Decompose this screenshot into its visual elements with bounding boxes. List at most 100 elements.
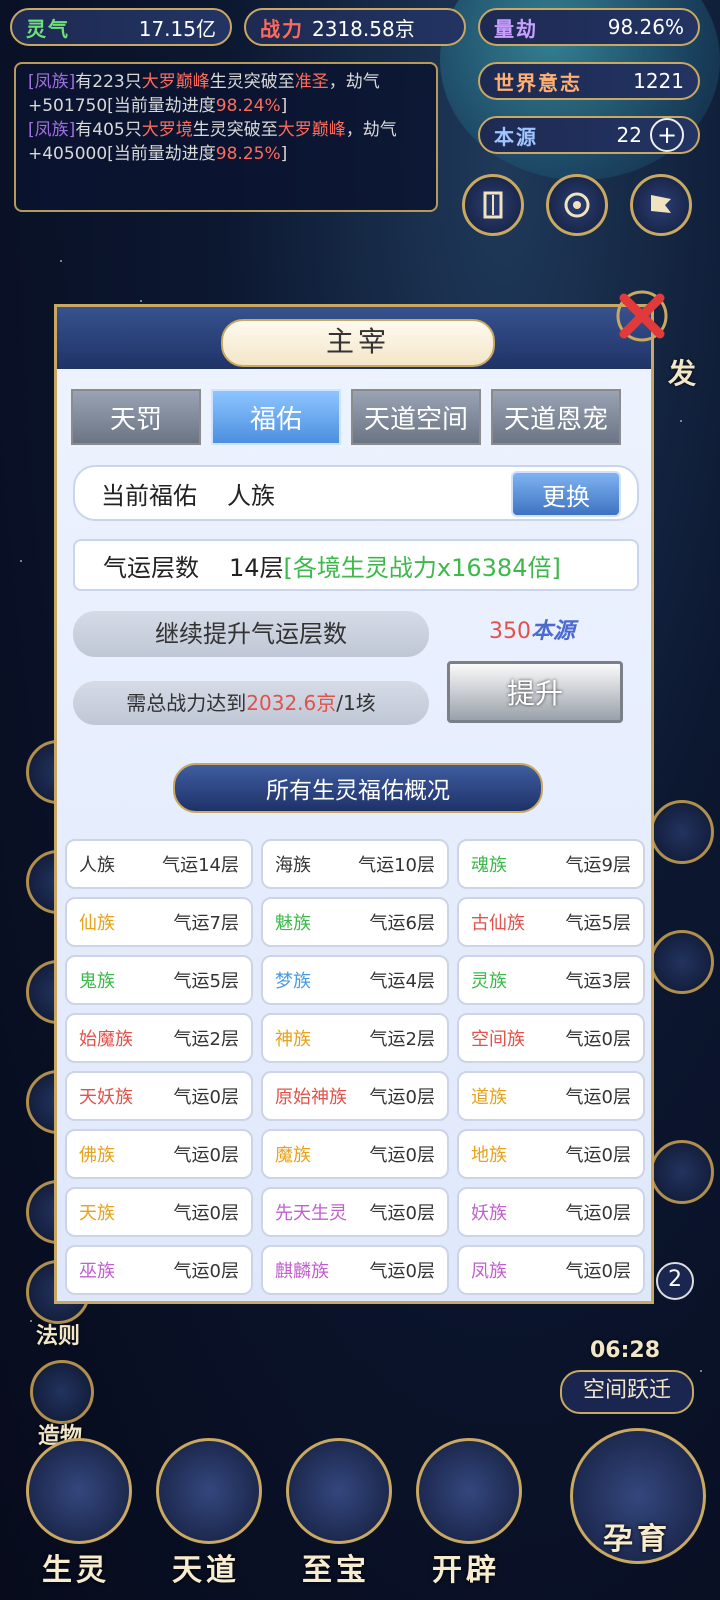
- race-cell: 魔族 气运0层: [261, 1129, 449, 1179]
- race-cell: 海族 气运10层: [261, 839, 449, 889]
- race-name: 巫族: [79, 1261, 115, 1282]
- race-cell: 神族 气运2层: [261, 1013, 449, 1063]
- tab-tian-dao-kong-jian[interactable]: 天道空间: [351, 389, 481, 445]
- zao-wu-icon[interactable]: [30, 1360, 94, 1424]
- log-target: 准圣: [294, 72, 329, 92]
- race-name: 魂族: [471, 855, 507, 876]
- luck-level-bonus: [各境生灵战力x16384倍]: [283, 553, 561, 582]
- race-cell: 鬼族 气运5层: [65, 955, 253, 1005]
- log-entry: [凤族]有405只大罗境生灵突破至大罗巅峰，劫气+405000[当前量劫进度98…: [28, 118, 424, 166]
- log-entry: [凤族]有223只大罗巅峰生灵突破至准圣，劫气+501750[当前量劫进度98.…: [28, 70, 424, 118]
- nav-label: 生灵: [42, 1553, 110, 1588]
- benyuan-stat: 本源 22 +: [478, 116, 700, 154]
- tab-bar: 天罚 福佑 天道空间 天道恩宠: [71, 389, 651, 449]
- log-text: 有223只: [75, 72, 142, 92]
- book-button[interactable]: [462, 174, 524, 236]
- race-cell: 人族 气运14层: [65, 839, 253, 889]
- race-grid: 人族 气运14层 海族 气运10层 魂族 气运9层 仙族 气运7层 魅族 气运6层 古仙族 气运5层鬼…: [65, 839, 649, 1295]
- upgrade-cost: 350本源: [489, 613, 575, 645]
- race-luck: 气运0层: [173, 1087, 239, 1108]
- race-luck: 气运14层: [162, 855, 239, 876]
- nav-sheng-ling-icon: [26, 1438, 132, 1544]
- add-benyuan-button[interactable]: +: [650, 118, 684, 152]
- race-name: 天族: [79, 1203, 115, 1224]
- race-luck: 气运0层: [369, 1145, 435, 1166]
- log-text: 生灵突破至: [209, 72, 295, 92]
- upgrade-button[interactable]: 提升: [447, 661, 623, 723]
- tab-fu-you[interactable]: 福佑: [211, 389, 341, 445]
- race-name: 人族: [79, 855, 115, 876]
- race-luck: 气运2层: [369, 1029, 435, 1050]
- timer-label: 06:28: [590, 1338, 661, 1363]
- race-cell: 道族 气运0层: [457, 1071, 645, 1121]
- lingqi-value: 17.15亿: [138, 16, 216, 41]
- right-icon-1[interactable]: [650, 800, 714, 864]
- race-name: 道族: [471, 1087, 507, 1108]
- current-blessing-row: 当前福佑 人族 更换: [73, 465, 639, 521]
- fa-ze-label: 法则: [36, 1324, 81, 1349]
- requirement-prefix: 需总战力达到: [126, 691, 247, 715]
- nav-label: 至宝: [302, 1553, 370, 1588]
- event-log: [凤族]有223只大罗巅峰生灵突破至准圣，劫气+501750[当前量劫进度98.…: [14, 62, 438, 212]
- race-luck: 气运0层: [565, 1087, 631, 1108]
- race-cell: 巫族 气运0层: [65, 1245, 253, 1295]
- kong-jian-button[interactable]: 空间跃迁: [560, 1370, 694, 1414]
- aperture-button[interactable]: [546, 174, 608, 236]
- race-luck: 气运10层: [358, 855, 435, 876]
- requirement-value: 2032.6京: [246, 691, 337, 715]
- nav-tian-dao-icon: [156, 1438, 262, 1544]
- log-text: ]: [280, 144, 288, 164]
- nav-label: 开辟: [432, 1553, 500, 1588]
- modal-header: 主宰: [57, 307, 651, 369]
- race-cell: 地族 气运0层: [457, 1129, 645, 1179]
- luck-level-value: 14层: [229, 553, 284, 582]
- book-icon: [483, 191, 503, 219]
- log-realm: 大罗境: [141, 120, 193, 140]
- current-blessing-value: 人族: [227, 481, 275, 510]
- race-name: 魅族: [275, 913, 311, 934]
- change-button[interactable]: 更换: [511, 471, 621, 517]
- log-progress: 98.24%: [215, 96, 281, 116]
- right-icon-3[interactable]: [650, 1140, 714, 1204]
- lingqi-label: 灵气: [26, 16, 70, 41]
- nav-sheng-ling[interactable]: 生灵: [18, 1430, 134, 1590]
- right-icon-2[interactable]: [650, 930, 714, 994]
- modal-title: 主宰: [221, 319, 495, 367]
- race-luck: 气运0层: [369, 1087, 435, 1108]
- race-cell: 天妖族 气运0层: [65, 1071, 253, 1121]
- race-name: 地族: [471, 1145, 507, 1166]
- shijie-stat[interactable]: 世界意志 1221: [478, 62, 700, 100]
- race-name: 天妖族: [79, 1087, 133, 1108]
- overview-banner: 所有生灵福佑概况: [173, 763, 543, 813]
- race-cell: 始魔族 气运2层: [65, 1013, 253, 1063]
- race-name: 神族: [275, 1029, 311, 1050]
- nav-tian-dao[interactable]: 天道: [148, 1430, 264, 1590]
- close-modal-button[interactable]: [610, 284, 674, 348]
- race-cell: 魅族 气运6层: [261, 897, 449, 947]
- race-name: 古仙族: [471, 913, 525, 934]
- tab-tian-fa[interactable]: 天罚: [71, 389, 201, 445]
- liangjie-stat[interactable]: 量劫 98.26%: [478, 8, 700, 46]
- log-progress: 98.25%: [215, 144, 281, 164]
- race-name: 空间族: [471, 1029, 525, 1050]
- requirement-suffix: /1垓: [336, 691, 376, 715]
- lingqi-stat: 灵气 17.15亿: [10, 8, 232, 46]
- race-luck: 气运6层: [369, 913, 435, 934]
- nav-zhi-bao[interactable]: 至宝: [278, 1430, 394, 1590]
- log-target: 大罗巅峰: [277, 120, 346, 140]
- master-modal: 主宰 天罚 福佑 天道空间 天道恩宠 当前福佑 人族 更换 气运层数 14层 […: [54, 304, 654, 1304]
- race-cell: 妖族 气运0层: [457, 1187, 645, 1237]
- nav-kai-pi[interactable]: 开辟: [408, 1430, 524, 1590]
- luck-level-row: 气运层数 14层 [各境生灵战力x16384倍]: [73, 539, 639, 591]
- flag-button[interactable]: [630, 174, 692, 236]
- flag-icon: [651, 195, 671, 213]
- tab-tian-dao-en-chong[interactable]: 天道恩宠: [491, 389, 621, 445]
- race-luck: 气运3层: [565, 971, 631, 992]
- race-luck: 气运0层: [565, 1029, 631, 1050]
- race-luck: 气运7层: [173, 913, 239, 934]
- race-cell: 古仙族 气运5层: [457, 897, 645, 947]
- race-luck: 气运0层: [565, 1145, 631, 1166]
- nav-yun-yu[interactable]: 孕育: [562, 1420, 712, 1580]
- race-name: 梦族: [275, 971, 311, 992]
- log-text: 生灵突破至: [192, 120, 278, 140]
